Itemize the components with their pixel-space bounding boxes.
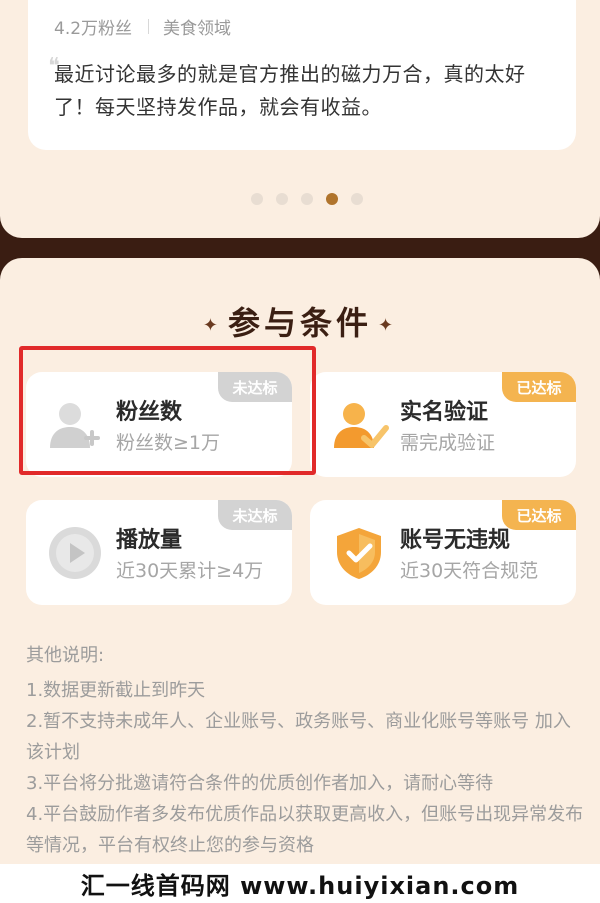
notes-title: 其他说明:	[26, 645, 105, 666]
condition-title: 账号无违规	[400, 528, 511, 553]
follower-count: 4.2万粉丝	[54, 19, 133, 39]
note-item: 4.平台鼓励作者多发布优质作品以获取更高收入，但账号出现异常发布等情况，平台有权…	[26, 804, 584, 856]
condition-subtitle: 近30天累计≥4万	[116, 560, 264, 582]
condition-title: 播放量	[116, 528, 183, 553]
meta-divider	[148, 19, 150, 34]
shield-check-icon	[337, 528, 381, 579]
carousel-indicator	[251, 193, 363, 205]
play-icon	[49, 527, 101, 579]
watermark-banner: 汇一线首码网 www.huiyixian.com	[0, 864, 600, 903]
status-badge: 已达标	[502, 500, 576, 530]
testimonial-meta: 4.2万粉丝 美食领域	[54, 14, 231, 39]
carousel-dot[interactable]	[301, 193, 313, 205]
condition-card-plays[interactable]: 未达标 播放量 近30天累计≥4万	[26, 500, 292, 605]
note-item: 3.平台将分批邀请符合条件的优质创作者加入，请耐心等待	[26, 773, 494, 794]
note-item: 1.数据更新截止到昨天	[26, 680, 206, 701]
note-item: 2.暂不支持未成年人、企业账号、政务账号、商业化账号等账号 加入该计划	[26, 711, 571, 763]
carousel-dot[interactable]	[351, 193, 363, 205]
condition-card-no-violation[interactable]: 已达标 账号无违规 近30天符合规范	[310, 500, 576, 605]
testimonial-panel: 4.2万粉丝 美食领域 ❝ 最近讨论最多的就是官方推出的磁力万合，真的太好了！每…	[0, 0, 600, 238]
content-domain: 美食领域	[163, 19, 232, 39]
carousel-dot[interactable]	[276, 193, 288, 205]
testimonial-text: 最近讨论最多的就是官方推出的磁力万合，真的太好了！每天坚持发作品，就会有收益。	[54, 62, 526, 119]
highlight-box	[19, 346, 316, 475]
condition-subtitle: 近30天符合规范	[400, 560, 539, 582]
carousel-dot-active[interactable]	[326, 193, 338, 205]
conditions-title-text: 参与条件	[227, 304, 372, 342]
condition-title: 实名验证	[400, 400, 489, 425]
carousel-dot[interactable]	[251, 193, 263, 205]
condition-subtitle: 需完成验证	[400, 432, 496, 454]
user-check-icon	[334, 403, 389, 448]
sparkle-icon: ✦	[378, 314, 398, 336]
testimonial-card[interactable]: 4.2万粉丝 美食领域 ❝ 最近讨论最多的就是官方推出的磁力万合，真的太好了！每…	[28, 0, 576, 150]
condition-card-verification[interactable]: 已达标 实名验证 需完成验证	[310, 372, 576, 477]
status-badge: 已达标	[502, 372, 576, 402]
notes-section: 其他说明: 1.数据更新截止到昨天 2.暂不支持未成年人、企业账号、政务账号、商…	[26, 640, 586, 861]
conditions-title: ✦ 参与条件 ✦	[0, 298, 600, 344]
status-badge: 未达标	[218, 500, 292, 530]
sparkle-icon: ✦	[202, 314, 222, 336]
